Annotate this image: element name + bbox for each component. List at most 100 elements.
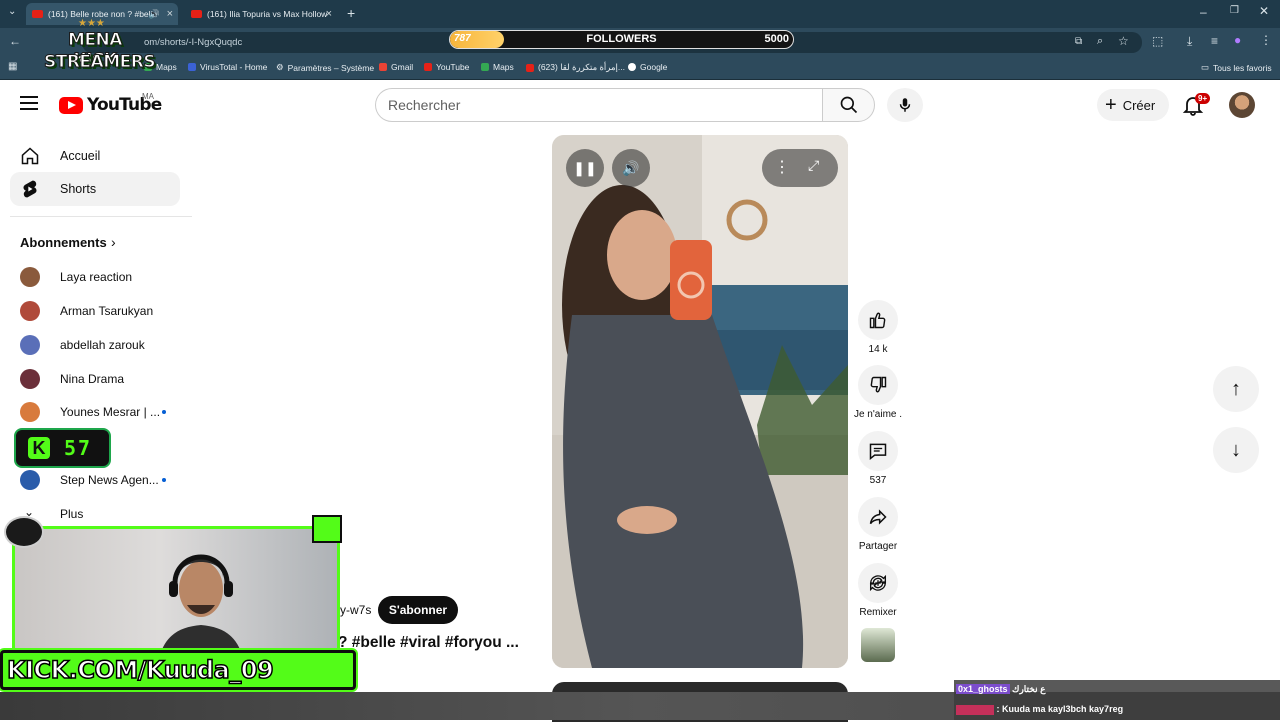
- chat-username: [956, 704, 994, 715]
- new-tab-button[interactable]: +: [347, 5, 355, 21]
- sidebar-item-label: Accueil: [60, 149, 101, 163]
- zoom-icon[interactable]: ⌕: [1097, 35, 1103, 48]
- volume-icon: 🔊: [622, 159, 640, 176]
- youtube-icon: [526, 63, 534, 72]
- home-icon: [21, 147, 39, 165]
- kick-counter-value: 57: [64, 436, 93, 460]
- channel-name: Laya reaction: [60, 270, 133, 284]
- subscription-item[interactable]: Arman Tsarukyan: [20, 300, 180, 322]
- chevron-right-icon: ›: [111, 234, 116, 250]
- minimize-icon[interactable]: –: [1200, 5, 1207, 19]
- profile-icon[interactable]: ●: [1234, 33, 1241, 47]
- channel-name: Step News Agen...: [60, 473, 159, 487]
- subscription-item[interactable]: Laya reaction: [20, 266, 180, 288]
- search-box: [375, 88, 823, 122]
- hamburger-menu-icon[interactable]: [20, 96, 38, 110]
- subscription-item[interactable]: Step News Agen...: [20, 469, 180, 491]
- volume-button[interactable]: 🔊: [612, 149, 650, 187]
- comment-count: 537: [869, 475, 887, 486]
- channel-name: abdellah zarouk: [60, 338, 145, 352]
- like-action[interactable]: 14 k: [858, 300, 898, 355]
- bookmark-settings[interactable]: ⚙ Paramètres – Système: [276, 62, 374, 73]
- next-short-button[interactable]: ↓: [1213, 427, 1259, 473]
- channel-name: Nina Drama: [60, 372, 125, 386]
- close-window-icon[interactable]: ✕: [1259, 4, 1269, 18]
- youtube-icon: [424, 63, 432, 71]
- bookmark-arabic-video[interactable]: (623) إمرأة متكررة لقا...: [526, 62, 625, 73]
- dislike-icon: [870, 376, 887, 393]
- logo-line-2: STREAMERS: [44, 52, 157, 73]
- user-avatar[interactable]: [1229, 92, 1255, 118]
- subscribe-button[interactable]: S'abonner: [378, 596, 458, 624]
- dislike-action[interactable]: Je n'aime .: [854, 365, 902, 420]
- bookmark-label: Google: [640, 62, 668, 72]
- bookmark-virustotal[interactable]: VirusTotal - Home: [188, 62, 267, 72]
- sound-thumbnail[interactable]: [861, 628, 895, 662]
- tab-list-chevron-icon[interactable]: ⌄: [8, 6, 16, 17]
- sidebar-item-shorts[interactable]: Shorts: [10, 172, 180, 206]
- sidebar-item-more[interactable]: ⌄ Plus: [20, 503, 180, 525]
- channel-avatar: [20, 301, 40, 321]
- download-icon[interactable]: ⤓: [1187, 34, 1192, 49]
- menu-kebab-icon[interactable]: ⋮: [1260, 33, 1272, 47]
- channel-avatar: [20, 470, 40, 490]
- chat-text: : Kuuda ma kayl3bch kay7reg: [996, 704, 1124, 714]
- comments-action[interactable]: 537: [858, 431, 898, 486]
- chat-message: 0x1_ghosts ع نختارك: [956, 684, 1045, 695]
- back-icon[interactable]: ←: [9, 34, 21, 48]
- apps-grid-icon[interactable]: ▦: [8, 61, 17, 72]
- shorts-icon: [23, 180, 37, 198]
- previous-short-button[interactable]: ↑: [1213, 366, 1259, 412]
- maximize-icon[interactable]: ❐: [1230, 5, 1239, 16]
- new-content-dot: [162, 410, 166, 414]
- stream-chat: 0x1_ghosts ع نختارك : Kuuda ma kayl3bch …: [954, 680, 1280, 720]
- bookmark-label: (623) إمرأة متكررة لقا...: [538, 62, 625, 72]
- region-code: MA: [142, 92, 154, 101]
- shorts-video-player[interactable]: ❚❚ 🔊 ⋮ ⤢: [552, 135, 848, 668]
- sidebar-item-home[interactable]: Accueil: [10, 139, 180, 173]
- subscription-item[interactable]: Nina Drama: [20, 368, 180, 390]
- channel-avatar: [20, 402, 40, 422]
- subscriptions-header[interactable]: Abonnements ›: [0, 232, 190, 254]
- bookmark-label: Tous les favoris: [1213, 62, 1272, 73]
- kick-logo-icon: K: [28, 437, 50, 459]
- bookmark-gmail[interactable]: Gmail: [379, 62, 413, 72]
- fullscreen-icon[interactable]: ⤢: [808, 157, 819, 174]
- create-button[interactable]: + Créer: [1097, 89, 1169, 121]
- tab-topuria[interactable]: (161) Ilia Topuria vs Max Hollow ×: [185, 3, 337, 25]
- channel-avatar: [20, 267, 40, 287]
- remix-label: Remixer: [859, 607, 897, 618]
- youtube-play-icon: [59, 96, 83, 114]
- voice-search-button[interactable]: [887, 88, 923, 122]
- search-input[interactable]: [388, 97, 808, 113]
- all-bookmarks[interactable]: ▭ Tous les favoris: [1201, 62, 1272, 73]
- close-tab-icon[interactable]: ×: [167, 8, 173, 20]
- maps-icon: [481, 63, 489, 71]
- share-action[interactable]: Partager: [858, 497, 898, 552]
- streamer-webcam: [12, 526, 340, 660]
- close-tab-icon[interactable]: ×: [326, 8, 332, 20]
- kick-channel-banner: KICK.COM/Kuuda_09: [0, 650, 356, 690]
- install-app-icon[interactable]: ⧉: [1075, 36, 1082, 47]
- search-button[interactable]: [822, 88, 875, 122]
- video-caption[interactable]: ? #belle #viral #foryou ...: [338, 634, 519, 652]
- remix-action[interactable]: Remixer: [858, 563, 898, 618]
- youtube-favicon-icon: [191, 10, 202, 18]
- bookmark-google[interactable]: Google: [628, 62, 667, 72]
- bookmark-youtube[interactable]: YouTube: [424, 62, 469, 72]
- channel-handle[interactable]: y-w7s: [340, 603, 371, 617]
- bookmark-star-icon[interactable]: ☆: [1118, 34, 1129, 48]
- reading-list-icon[interactable]: ≡: [1211, 34, 1218, 48]
- chat-username: 0x1_ghosts: [956, 684, 1010, 694]
- gear-icon: ⚙: [276, 62, 284, 72]
- bookmark-maps-2[interactable]: Maps: [481, 62, 514, 72]
- streamer-badge-icon: [4, 516, 44, 548]
- gmail-icon: [379, 63, 387, 71]
- subscription-item[interactable]: Younes Mesrar | ...: [20, 401, 180, 423]
- more-options-icon[interactable]: ⋮: [774, 157, 790, 177]
- subscription-item[interactable]: abdellah zarouk: [20, 334, 180, 356]
- sidebar-divider: [10, 216, 192, 217]
- extensions-icon[interactable]: ⬚: [1152, 34, 1163, 48]
- subscriptions-title: Abonnements: [20, 235, 107, 250]
- pause-button[interactable]: ❚❚: [566, 149, 604, 187]
